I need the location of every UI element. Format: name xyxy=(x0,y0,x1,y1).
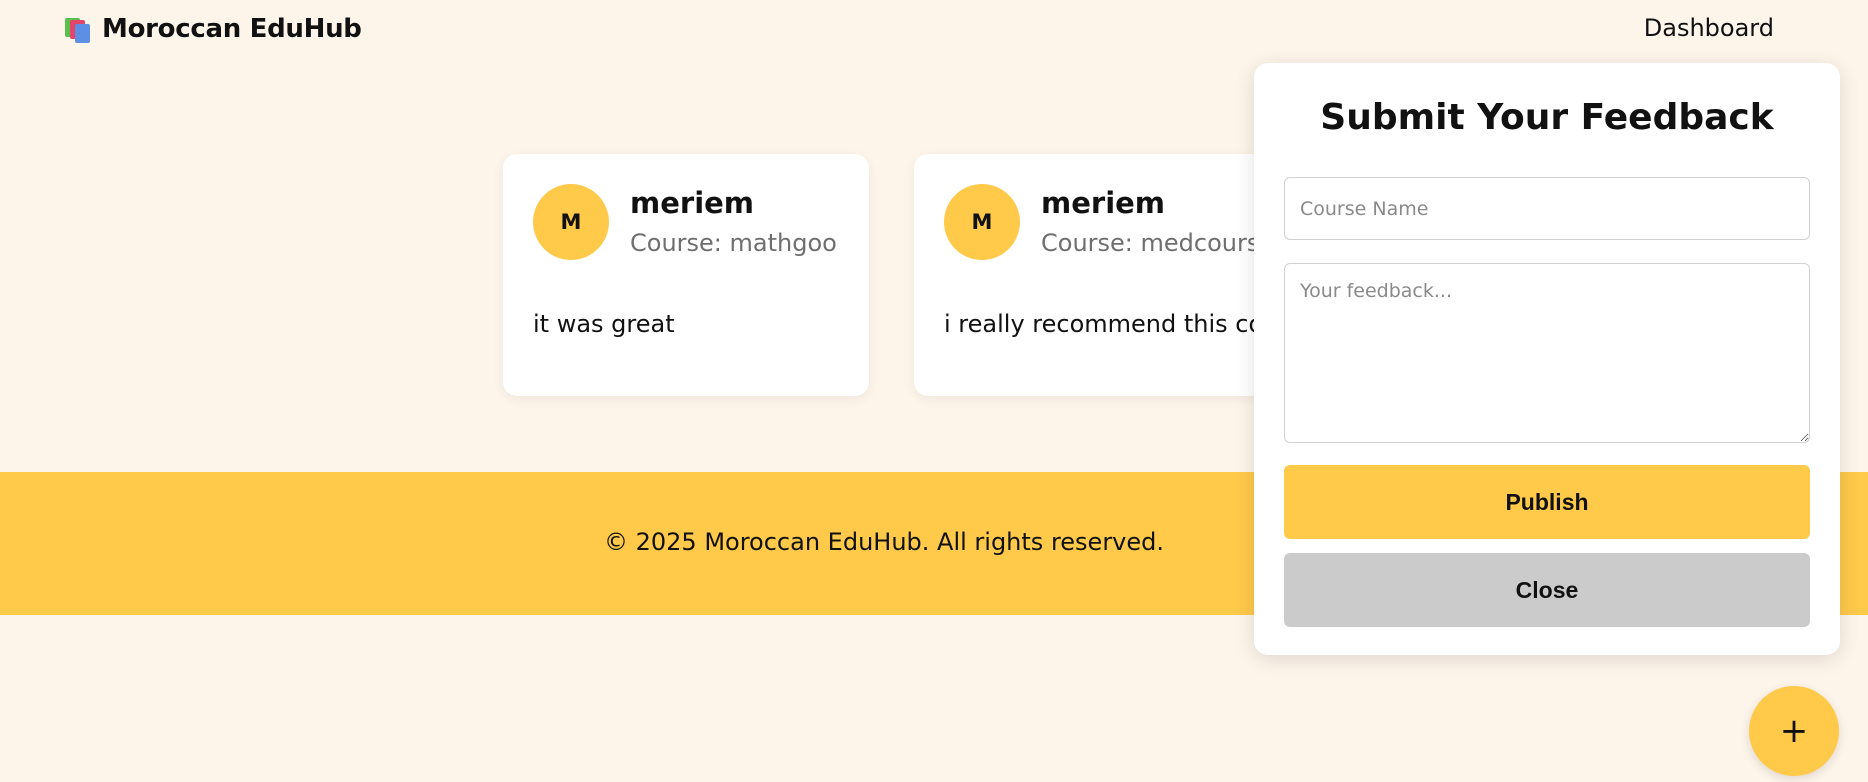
brand-name: Moroccan EduHub xyxy=(102,14,362,44)
brand-logo[interactable]: Moroccan EduHub xyxy=(64,12,362,46)
plus-icon: + xyxy=(1779,711,1809,751)
avatar: M xyxy=(944,184,1020,260)
feedback-textarea[interactable] xyxy=(1284,263,1810,443)
close-button[interactable]: Close xyxy=(1284,553,1810,627)
feedback-author-name: meriem xyxy=(630,186,755,220)
feedback-course: Course: medcourse xyxy=(1041,229,1275,257)
course-name-input[interactable] xyxy=(1284,177,1810,240)
add-feedback-button[interactable]: + xyxy=(1749,686,1839,776)
feedback-text: it was great xyxy=(533,310,675,338)
feedback-author-name: meriem xyxy=(1041,186,1166,220)
feedback-course: Course: mathgoo xyxy=(630,229,837,257)
avatar: M xyxy=(533,184,609,260)
modal-title: Submit Your Feedback xyxy=(1320,97,1774,138)
feedback-card: M meriem Course: medcourse i really reco… xyxy=(914,154,1280,396)
feedback-text: i really recommend this course xyxy=(944,310,1280,338)
footer-copyright: © 2025 Moroccan EduHub. All rights reser… xyxy=(603,528,1165,556)
books-icon xyxy=(64,15,92,43)
page: Moroccan EduHub Dashboard M meriem Cours… xyxy=(0,0,1868,782)
feedback-modal: Submit Your Feedback Publish Close xyxy=(1254,63,1840,655)
nav-dashboard-link[interactable]: Dashboard xyxy=(1644,14,1774,42)
publish-button[interactable]: Publish xyxy=(1284,465,1810,539)
feedback-card: M meriem Course: mathgoo it was great xyxy=(503,154,869,396)
